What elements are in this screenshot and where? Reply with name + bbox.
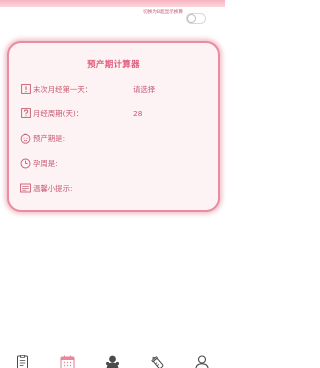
top-status-band (0, 0, 225, 7)
note-icon (20, 183, 31, 194)
toggle-knob (187, 14, 196, 23)
b-ultrasound-toggle[interactable] (186, 13, 206, 24)
feeding-bottle-icon (150, 354, 164, 368)
tab-calendar[interactable] (59, 354, 75, 368)
baby-icon (105, 354, 120, 368)
tab-profile[interactable] (194, 354, 210, 368)
gestational-week-label: 孕周是: (33, 158, 58, 168)
last-period-row[interactable]: 末次月经第一天： 请选择 (20, 82, 210, 96)
calendar-icon (59, 354, 75, 368)
profile-icon (195, 354, 209, 368)
document-icon (16, 354, 29, 368)
due-date-label: 预产期是: (33, 133, 66, 143)
tab-document[interactable] (14, 354, 30, 368)
card-title: 预产期计算器 (87, 60, 140, 70)
baby-face-icon (20, 133, 31, 144)
tips-row: 温馨小提示: (20, 181, 210, 195)
tab-baby[interactable] (104, 354, 120, 368)
gestational-week-row: 孕周是: (20, 156, 210, 170)
tips-label: 温馨小提示: (33, 183, 73, 193)
question-icon (20, 108, 31, 119)
last-period-select[interactable]: 请选择 (133, 84, 155, 95)
clock-icon (20, 158, 31, 169)
cycle-length-label: 月经周期(天)： (33, 108, 84, 118)
due-date-row: 预产期是: (20, 131, 210, 145)
cycle-length-row[interactable]: 月经周期(天)： 28 (20, 106, 210, 120)
tab-feeding-bottle[interactable] (149, 354, 165, 368)
last-period-label: 末次月经第一天： (33, 84, 93, 94)
cycle-length-value[interactable]: 28 (133, 109, 142, 118)
bottom-tab-bar (0, 350, 225, 368)
exclamation-icon (20, 84, 31, 95)
due-date-calculator-card: 预产期计算器 末次月经第一天： 请选择 月经周期(天)： 28 预产期是: 孕周… (7, 41, 220, 212)
toggle-label: 切换为B超显示换算 (143, 10, 183, 15)
